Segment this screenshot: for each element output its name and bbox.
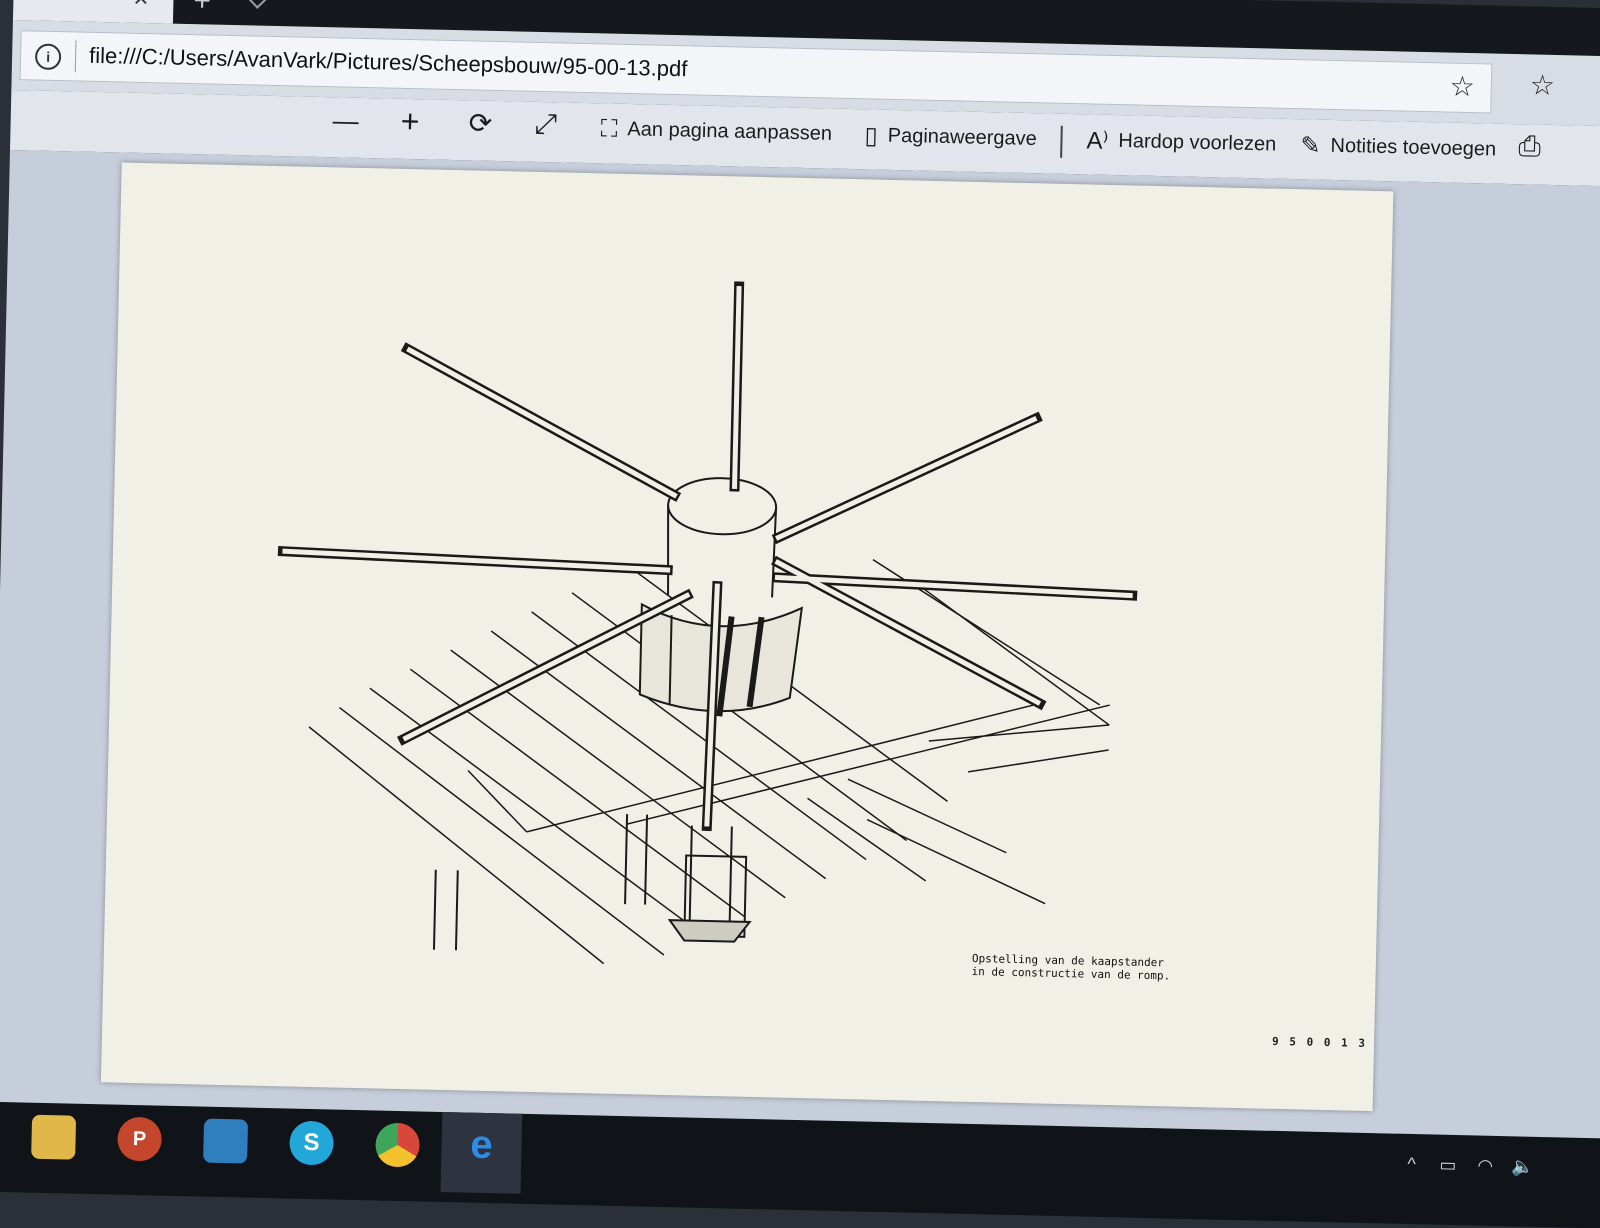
page-code: 9 5 0 0 1 3: [1271, 1034, 1368, 1050]
read-aloud-label: Hardop voorlezen: [1118, 129, 1277, 156]
new-tab-icon[interactable]: +: [193, 0, 211, 18]
toolbar-divider: [1060, 125, 1063, 158]
favorite-star-icon[interactable]: ☆: [1449, 70, 1475, 104]
capstan-barrel: [638, 477, 804, 717]
close-tab-icon[interactable]: ×: [133, 0, 149, 14]
print-icon[interactable]: ⎙: [1518, 130, 1541, 163]
pen-icon: ✎: [1300, 132, 1321, 160]
pdf-viewer[interactable]: Opstelling van de kaapstander in de cons…: [0, 149, 1600, 1147]
page-view-icon: ▯: [864, 122, 879, 150]
rotate-icon[interactable]: ⟳: [468, 106, 492, 140]
read-aloud-button[interactable]: A⁾ Hardop voorlezen: [1086, 126, 1276, 159]
url-text[interactable]: file:///C:/Users/AvanVark/Pictures/Schee…: [89, 43, 688, 83]
page-view-label: Paginaweergave: [887, 124, 1037, 151]
add-notes-button[interactable]: ✎ Notities toevoegen: [1300, 131, 1496, 164]
add-notes-label: Notities toevoegen: [1330, 134, 1497, 161]
powerpoint-icon[interactable]: P: [117, 1116, 163, 1162]
skype-icon[interactable]: S: [289, 1120, 335, 1166]
figure-caption: Opstelling van de kaapstander in de cons…: [971, 952, 1170, 983]
url-divider: [74, 40, 77, 73]
info-icon[interactable]: i: [34, 43, 62, 71]
pdf-page: Opstelling van de kaapstander in de cons…: [100, 162, 1394, 1112]
wifi-icon[interactable]: ◠: [1477, 1156, 1493, 1177]
mail-icon[interactable]: [203, 1118, 249, 1164]
right-frame: [807, 724, 1110, 905]
zoom-out-icon[interactable]: —: [332, 105, 359, 137]
fit-page-button[interactable]: ⛶ Aan pagina aanpassen: [600, 115, 832, 148]
tray-chevron-icon[interactable]: ^: [1407, 1154, 1416, 1175]
favorites-list-icon[interactable]: ☆: [1529, 68, 1556, 102]
fit-page-icon: ⛶: [600, 115, 618, 143]
edge-icon[interactable]: e: [459, 1123, 504, 1169]
read-aloud-icon: A⁾: [1086, 127, 1109, 155]
fullscreen-icon[interactable]: ⤢: [534, 108, 557, 141]
capstan-drawing: [277, 281, 1138, 965]
zoom-in-icon[interactable]: +: [400, 103, 419, 140]
fit-page-label: Aan pagina aanpassen: [627, 118, 833, 145]
chrome-icon[interactable]: [375, 1122, 421, 1168]
file-explorer-icon[interactable]: [31, 1114, 77, 1160]
volume-icon[interactable]: 🔈: [1511, 1156, 1534, 1178]
battery-icon[interactable]: ▭: [1439, 1155, 1456, 1176]
page-view-button[interactable]: ▯ Paginaweergave: [864, 121, 1037, 154]
capstan-bars-inner: [282, 285, 1133, 827]
screen: × + i file:///C:/Users/AvanVark/Pictures…: [0, 0, 1600, 1228]
tab-preview-chevron-icon[interactable]: [246, 0, 269, 9]
